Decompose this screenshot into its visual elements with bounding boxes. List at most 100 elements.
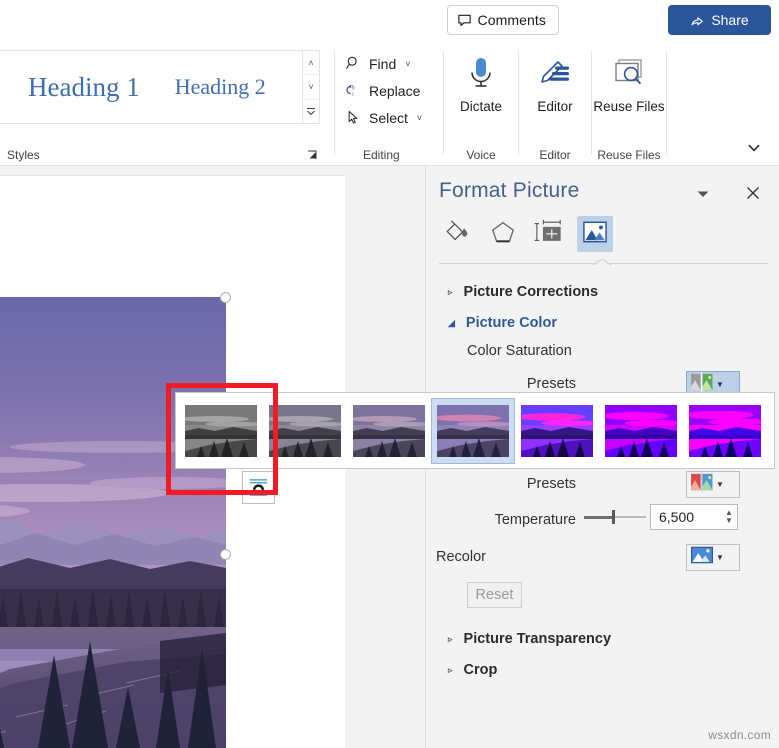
page-title: Format Picture <box>439 179 580 202</box>
paint-bucket-icon <box>443 218 471 251</box>
share-label: Share <box>711 12 749 28</box>
tab-size-and-properties[interactable] <box>531 216 567 252</box>
preset-thumbnail <box>521 404 593 457</box>
tab-fill-and-line[interactable] <box>439 216 475 252</box>
chevron-down-icon[interactable]: ▼ <box>716 480 724 489</box>
pane-menu-button[interactable] <box>692 184 714 204</box>
svg-text:c: c <box>352 90 355 97</box>
replace-button[interactable]: b c Replace <box>340 77 423 104</box>
temperature-stepper[interactable]: 6,500 ▲ ▼ <box>650 504 738 530</box>
preset-thumbnail <box>269 404 341 457</box>
slider-knob[interactable] <box>611 510 615 524</box>
section-picture-corrections[interactable]: ▹ Picture Corrections <box>448 284 598 300</box>
active-tab-pointer <box>588 256 616 265</box>
comment-bubble-icon <box>457 13 472 28</box>
preset-thumbnail <box>353 404 425 457</box>
ribbon-group-reuse-files: Reuse Files Reuse Files <box>592 41 666 166</box>
section-label: Picture Color <box>465 315 557 331</box>
preset-item-selected[interactable] <box>431 397 515 464</box>
section-picture-color[interactable]: ◢ Picture Color <box>448 315 557 331</box>
color-saturation-preset-gallery[interactable] <box>175 392 775 469</box>
tab-picture[interactable] <box>577 216 613 252</box>
layout-options-icon[interactable] <box>242 471 275 504</box>
reuse-files-label: Reuse Files <box>593 99 665 114</box>
microphone-icon <box>464 51 498 97</box>
find-button[interactable]: Find ˅ <box>340 50 414 77</box>
picture-handle-top-right[interactable] <box>220 292 231 303</box>
styles-gallery-scrollbar[interactable]: ˄ ˅ <box>302 50 320 124</box>
style-heading-2[interactable]: Heading 2 <box>175 74 266 100</box>
tone-presets-button[interactable]: ▼ <box>686 471 740 498</box>
select-label: Select <box>369 109 408 126</box>
replace-icon: b c <box>343 81 363 101</box>
reset-label: Reset <box>475 587 514 603</box>
section-label: Crop <box>463 662 498 678</box>
editing-group-label: Editing <box>363 148 400 162</box>
temperature-value[interactable]: 6,500 <box>651 509 721 525</box>
tone-presets-label: Presets <box>526 476 576 492</box>
reuse-files-icon <box>610 51 648 97</box>
chevron-down-icon[interactable]: ˅ <box>405 59 410 69</box>
styles-scroll-down-button[interactable]: ˅ <box>303 74 319 98</box>
word-window: Comments Share Heading 1 Heading 2 ˄ ˅ S… <box>0 0 779 748</box>
top-bar: Comments Share <box>0 0 779 41</box>
color-saturation-heading: Color Saturation <box>467 343 572 359</box>
replace-label: Replace <box>369 82 421 99</box>
tab-effects[interactable] <box>485 216 521 252</box>
comments-button[interactable]: Comments <box>446 5 559 35</box>
recolor-button[interactable]: ▼ <box>686 544 740 571</box>
preset-item[interactable] <box>683 398 767 464</box>
section-crop[interactable]: ▹ Crop <box>448 662 497 678</box>
preset-item[interactable] <box>599 398 683 464</box>
select-button[interactable]: Select ˅ <box>340 104 425 131</box>
editor-button[interactable]: Editor <box>519 47 591 139</box>
styles-gallery[interactable]: Heading 1 Heading 2 <box>0 50 314 124</box>
stepper-arrows[interactable]: ▲ ▼ <box>721 505 737 529</box>
recolor-icon <box>690 545 714 570</box>
reuse-files-group-label: Reuse Files <box>597 148 661 162</box>
section-picture-transparency[interactable]: ▹ Picture Transparency <box>448 631 611 647</box>
reset-button[interactable]: Reset <box>467 582 522 608</box>
close-icon[interactable] <box>741 181 765 205</box>
section-label: Picture Transparency <box>463 631 612 647</box>
picture-handle-bottom-right[interactable] <box>220 549 231 560</box>
preset-thumbnail <box>689 404 761 457</box>
cursor-arrow-icon <box>343 108 363 128</box>
pen-lines-icon <box>536 51 574 97</box>
pane-tab-strip <box>439 216 769 260</box>
reuse-files-button[interactable]: Reuse Files <box>592 47 666 139</box>
chevron-right-icon: ▹ <box>448 664 453 675</box>
magnifier-icon <box>343 54 363 74</box>
preset-thumbnail <box>185 404 257 457</box>
styles-group-label: Styles <box>7 148 40 162</box>
ribbon-group-editing: Find ˅ b c Replace Select ˅ Editing <box>335 41 443 166</box>
preset-item[interactable] <box>179 398 263 464</box>
chevron-down-icon[interactable]: ˅ <box>417 113 422 123</box>
collapse-ribbon-button[interactable] <box>745 139 763 157</box>
temperature-slider[interactable] <box>584 509 646 525</box>
styles-scroll-up-button[interactable]: ˄ <box>303 51 319 74</box>
slider-fill <box>584 515 612 519</box>
dialog-launcher-icon[interactable] <box>305 148 319 162</box>
section-label: Picture Corrections <box>463 284 599 300</box>
share-arrow-icon <box>690 13 705 28</box>
editor-label: Editor <box>537 99 573 114</box>
inserted-picture[interactable] <box>0 297 226 748</box>
styles-more-button[interactable] <box>303 98 319 123</box>
chevron-right-icon: ▹ <box>448 286 453 297</box>
chevron-down-icon[interactable]: ▼ <box>716 380 724 389</box>
stepper-down-icon[interactable]: ▼ <box>725 517 733 525</box>
pentagon-effects-icon <box>489 218 517 251</box>
preset-thumbnail <box>437 404 509 457</box>
preset-thumbnail <box>605 404 677 457</box>
chevron-down-icon[interactable]: ▼ <box>716 553 724 562</box>
dictate-button[interactable]: Dictate <box>444 47 518 139</box>
preset-item[interactable] <box>263 398 347 464</box>
watermark-label: wsxdn.com <box>708 728 771 742</box>
preset-item[interactable] <box>347 398 431 464</box>
style-heading-1[interactable]: Heading 1 <box>28 72 140 103</box>
share-button[interactable]: Share <box>668 5 771 35</box>
preset-item[interactable] <box>515 398 599 464</box>
ribbon-group-styles: Heading 1 Heading 2 ˄ ˅ Styles <box>0 41 334 166</box>
comments-label: Comments <box>477 12 546 28</box>
